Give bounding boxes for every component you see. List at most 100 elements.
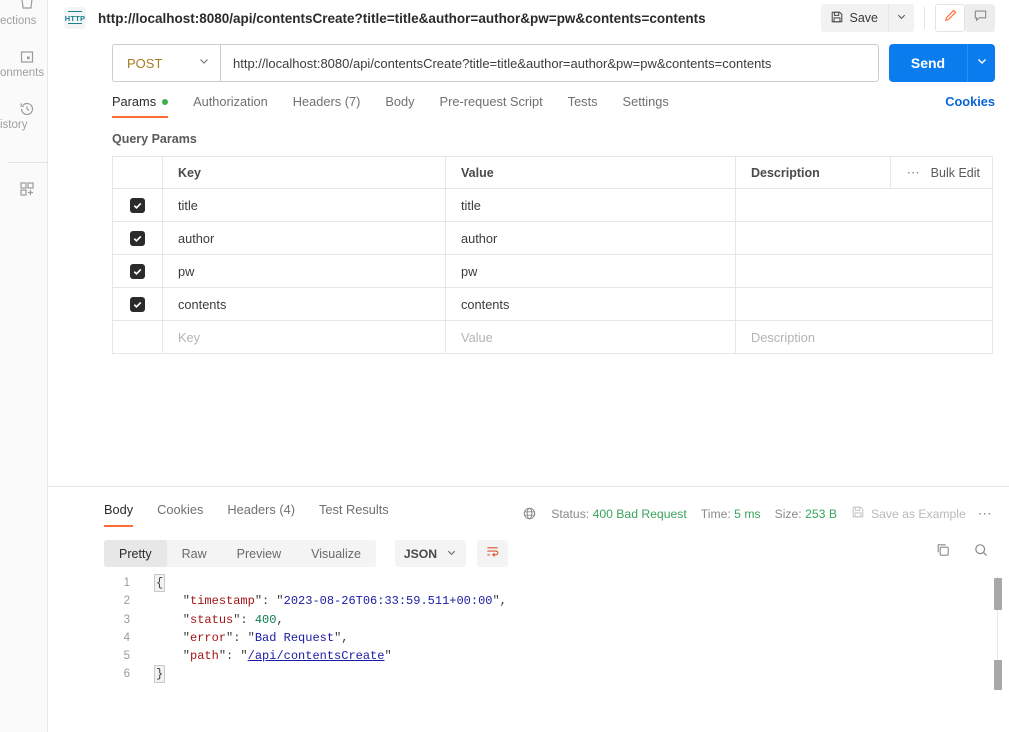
tab-tests[interactable]: Tests	[568, 94, 598, 118]
table-row[interactable]: pw pw	[113, 255, 992, 288]
code-line: 3 "status": 400,	[104, 611, 989, 629]
response-scrollbar-thumb-secondary[interactable]	[994, 660, 1002, 690]
size-label: Size:	[774, 506, 802, 521]
response-language-selector[interactable]: JSON	[395, 540, 466, 567]
tab-settings[interactable]: Settings	[623, 94, 669, 118]
chevron-down-icon	[896, 9, 907, 27]
send-options-button[interactable]	[967, 44, 995, 82]
json-value: Bad Request	[254, 630, 335, 645]
sidebar-item-new[interactable]	[0, 180, 48, 198]
checkbox-checked-icon[interactable]	[130, 197, 145, 213]
namebar-actions: Save	[820, 4, 1009, 32]
code-line: 5 "path": "/api/contentsCreate"	[104, 647, 989, 665]
response-divider[interactable]	[48, 486, 1009, 487]
placeholder-key[interactable]: Key	[178, 330, 200, 345]
checkbox-checked-icon[interactable]	[130, 230, 145, 246]
chevron-down-icon	[198, 54, 210, 72]
chevron-down-icon	[446, 547, 457, 561]
table-placeholder-row[interactable]: Key Value Description	[113, 321, 992, 354]
checkbox-checked-icon[interactable]	[130, 263, 145, 279]
json-key: path	[190, 649, 219, 664]
table-row[interactable]: contents contents	[113, 288, 992, 321]
code-line-content: {	[154, 574, 166, 592]
cookies-link[interactable]: Cookies	[945, 94, 995, 118]
tab-body[interactable]: Body	[385, 94, 414, 118]
params-modified-dot-icon	[162, 98, 169, 105]
request-title: http://localhost:8080/api/contentsCreate…	[98, 10, 706, 26]
row-value[interactable]: pw	[461, 264, 477, 279]
tab-pre-request-script[interactable]: Pre-request Script	[440, 94, 543, 118]
row-key[interactable]: author	[178, 231, 214, 246]
row-checkbox-cell[interactable]	[113, 288, 163, 320]
checkbox-checked-icon[interactable]	[130, 296, 145, 312]
json-value-link[interactable]: /api/contentsCreate	[248, 649, 385, 663]
edit-request-button[interactable]	[935, 4, 965, 32]
sidebar-item-history[interactable]: istory	[0, 100, 48, 132]
ellipsis-icon[interactable]: ⋯	[978, 505, 993, 522]
placeholder-description[interactable]: Description	[751, 330, 815, 345]
copy-icon[interactable]	[935, 542, 951, 563]
row-key[interactable]: title	[178, 198, 198, 213]
response-format-group: Pretty Raw Preview Visualize	[104, 540, 376, 567]
row-key[interactable]: pw	[178, 264, 194, 279]
sidebar-item-collections[interactable]: ections	[0, 0, 48, 28]
response-tab-test-results[interactable]: Test Results	[319, 502, 389, 527]
row-checkbox-cell[interactable]	[113, 255, 163, 287]
code-line-content: }	[154, 665, 166, 684]
rail-divider	[8, 162, 48, 163]
tab-headers[interactable]: Headers (7)	[293, 94, 361, 118]
url-input[interactable]: http://localhost:8080/api/contentsCreate…	[220, 44, 879, 82]
response-tab-cookies[interactable]: Cookies	[157, 502, 203, 527]
header-description: Description	[751, 165, 820, 180]
row-value[interactable]: author	[461, 231, 497, 246]
format-preview[interactable]: Preview	[222, 540, 296, 567]
sidebar-item-environments[interactable]: onments	[0, 48, 48, 80]
code-line-content: "error": "Bad Request",	[154, 630, 349, 645]
http-badge-label: HTTP	[64, 13, 86, 23]
row-value[interactable]: title	[461, 198, 481, 213]
sidebar-item-collections-label: ections	[0, 15, 37, 27]
save-as-example-button[interactable]: Save as Example	[851, 505, 966, 522]
search-icon[interactable]	[973, 542, 989, 563]
method-label: POST	[127, 55, 163, 71]
bulk-edit-button[interactable]: Bulk Edit	[931, 166, 980, 180]
sidebar-item-environments-label: onments	[0, 67, 45, 79]
row-checkbox-cell[interactable]	[113, 189, 163, 221]
row-key[interactable]: contents	[178, 297, 226, 312]
method-selector[interactable]: POST	[112, 44, 220, 82]
request-tabs: Params Authorization Headers (7) Body Pr…	[112, 94, 995, 124]
floppy-disk-icon	[851, 505, 865, 522]
table-header-row: Key Value Description ⋯ Bulk Edit	[113, 157, 992, 189]
comments-button[interactable]	[965, 4, 995, 32]
tab-params[interactable]: Params	[112, 94, 169, 118]
send-button[interactable]: Send	[889, 44, 967, 82]
line-number: 6	[123, 668, 130, 681]
line-number: 4	[123, 631, 130, 644]
time-label: Time:	[700, 506, 731, 521]
response-body-code[interactable]: 1 { 2 "timestamp": "2023-08-26T06:33:59.…	[104, 574, 989, 732]
wrap-text-button[interactable]	[477, 540, 508, 567]
format-pretty[interactable]: Pretty	[104, 540, 167, 567]
response-action-icons	[935, 542, 989, 563]
table-row[interactable]: author author	[113, 222, 992, 255]
tab-authorization[interactable]: Authorization	[193, 94, 268, 118]
ellipsis-icon[interactable]: ⋯	[907, 166, 921, 179]
response-meta: Status: 400 Bad Request Time: 5 ms Size:…	[522, 505, 993, 522]
save-button-label: Save	[849, 11, 879, 25]
line-number: 2	[123, 595, 130, 608]
format-raw[interactable]: Raw	[167, 540, 222, 567]
save-button[interactable]: Save	[820, 4, 888, 32]
row-checkbox-cell[interactable]	[113, 222, 163, 254]
response-scrollbar-thumb[interactable]	[994, 578, 1002, 610]
table-row[interactable]: title title	[113, 189, 992, 222]
status-label: Status:	[551, 506, 590, 521]
row-value[interactable]: contents	[461, 297, 509, 312]
save-options-button[interactable]	[888, 4, 914, 32]
json-key: error	[190, 630, 227, 645]
placeholder-value[interactable]: Value	[461, 330, 493, 345]
format-visualize[interactable]: Visualize	[296, 540, 376, 567]
response-tab-headers[interactable]: Headers (4)	[227, 502, 295, 527]
send-group: Send	[889, 44, 995, 82]
placeholder-checkbox-cell[interactable]	[113, 321, 163, 353]
response-tab-body[interactable]: Body	[104, 502, 134, 527]
